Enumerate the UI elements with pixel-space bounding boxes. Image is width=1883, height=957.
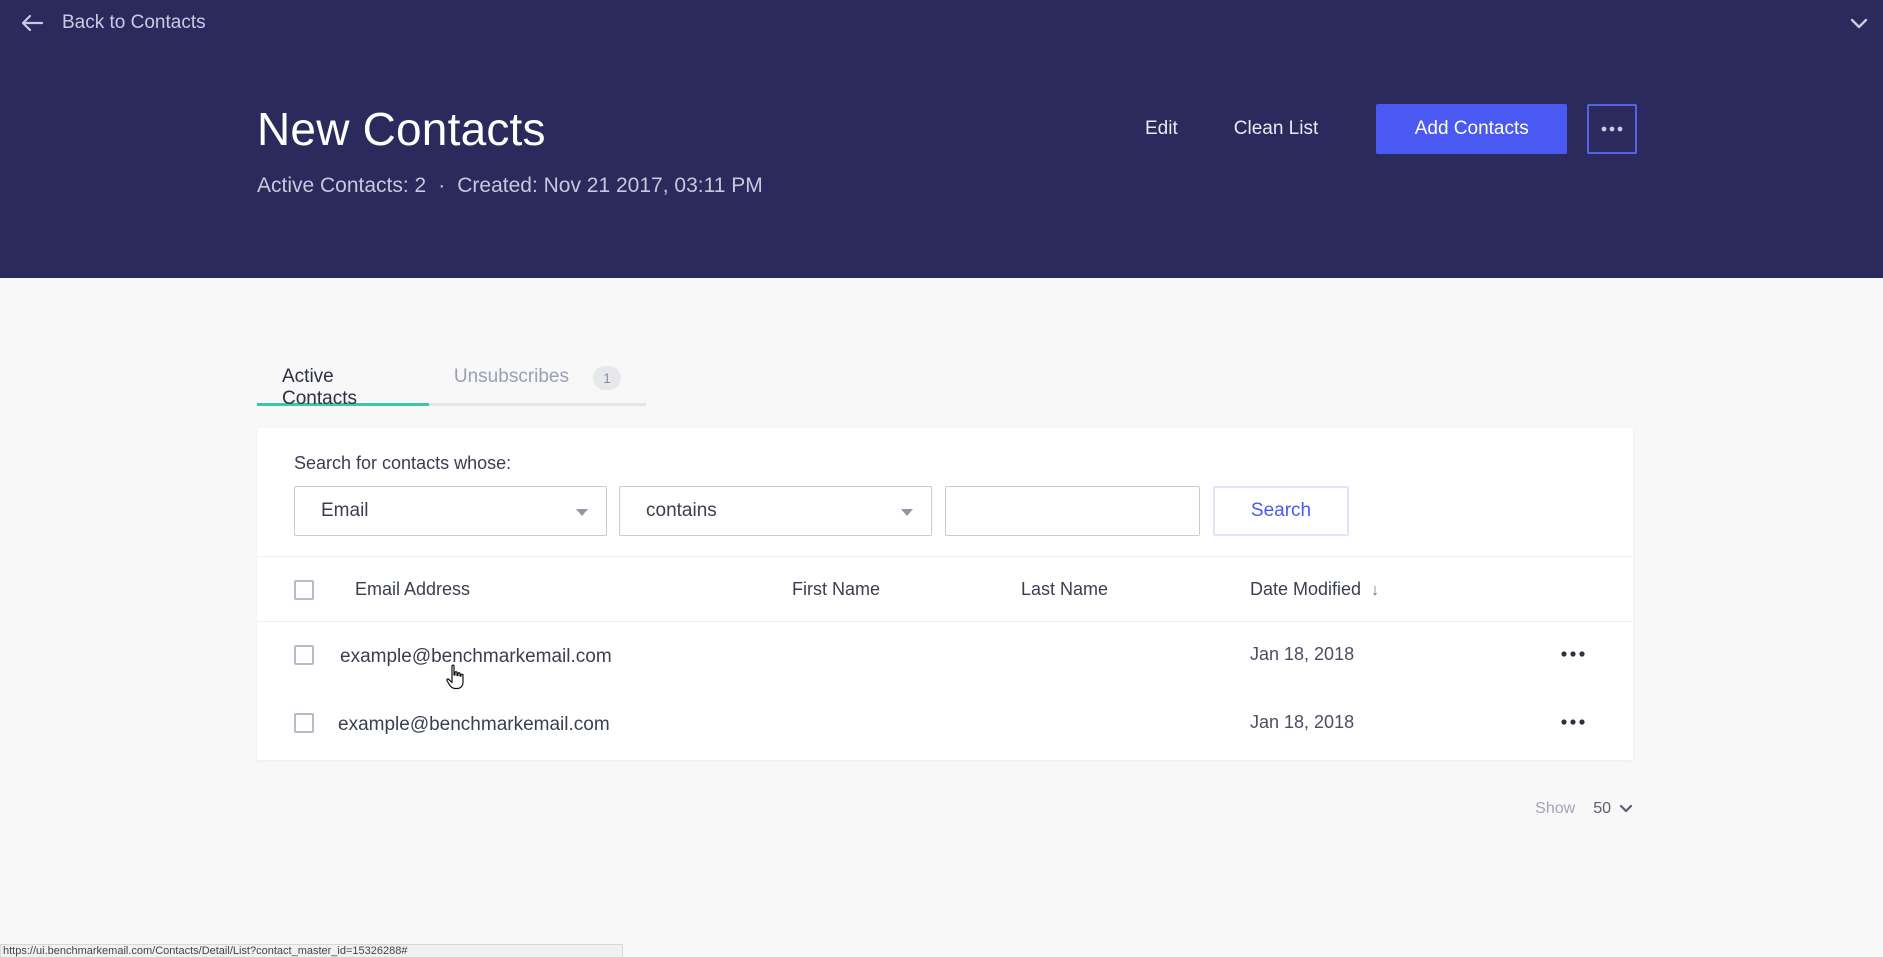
select-all-checkbox[interactable] [294,580,314,600]
contact-email-link[interactable]: example@benchmarkemail.com [338,714,610,736]
operator-select-value: contains [646,500,717,521]
row-actions-button[interactable] [1559,644,1587,664]
add-contacts-button[interactable]: Add Contacts [1376,104,1568,154]
column-label: Date Modified [1250,579,1362,599]
back-to-contacts-link[interactable]: Back to Contacts [20,12,206,34]
row-checkbox[interactable] [294,645,314,665]
pagination-size: Show 50 [1535,800,1633,818]
tab-label: Unsubscribes [453,366,569,387]
sort-down-icon: ↓ [1371,582,1380,599]
header-actions: Edit Clean List Add Contacts [1145,104,1638,154]
table-row: example@benchmarkemail.com Jan 18, 2018 [257,690,1633,758]
ellipsis-icon [1601,126,1623,132]
operator-select[interactable]: contains [619,486,932,536]
tab-unsubscribes[interactable]: Unsubscribes 1 [429,360,646,406]
tabs: Active Contacts Unsubscribes 1 [257,360,646,409]
list-meta: Active Contacts: 2 · Created: Nov 21 201… [257,174,763,198]
more-options-button[interactable] [1587,104,1638,154]
date-modified: Jan 18, 2018 [1250,712,1355,732]
row-actions-button[interactable] [1559,712,1587,732]
page-size-value: 50 [1593,800,1611,817]
ellipsis-icon [1561,651,1585,657]
active-contacts-count: Active Contacts: 2 [257,174,427,197]
tab-active-contacts[interactable]: Active Contacts [257,360,429,409]
field-select-value: Email [321,500,369,521]
created-date: Created: Nov 21 2017, 03:11 PM [457,174,763,197]
contacts-panel: Search for contacts whose: Email contain… [257,428,1633,760]
search-input[interactable] [945,486,1200,536]
contact-email-link[interactable]: example@benchmarkemail.com [340,646,612,668]
column-last-name[interactable]: Last Name [1021,579,1108,600]
caret-down-icon [576,509,588,516]
caret-down-icon [901,509,913,516]
page-title: New Contacts [257,103,546,155]
unsubscribes-count-badge: 1 [593,366,621,390]
browser-status-bar: https://ui.benchmarkemail.com/Contacts/D… [0,944,623,957]
page-size-select[interactable]: 50 [1593,800,1633,818]
column-first-name[interactable]: First Name [792,579,880,600]
search-label: Search for contacts whose: [294,453,512,473]
row-checkbox[interactable] [294,713,314,733]
page-header: Back to Contacts New Contacts Active Con… [0,0,1883,278]
tab-label: Active Contacts [282,366,357,409]
table-header: Email Address First Name Last Name Date … [257,556,1633,622]
column-email-address[interactable]: Email Address [355,579,470,600]
field-select[interactable]: Email [294,486,607,536]
status-url: https://ui.benchmarkemail.com/Contacts/D… [3,945,408,957]
hand-cursor-icon [446,664,464,690]
search-button[interactable]: Search [1213,486,1349,536]
edit-button[interactable]: Edit [1145,118,1178,140]
column-date-modified[interactable]: Date Modified ↓ [1250,579,1379,600]
meta-separator: · [438,174,446,197]
show-label: Show [1535,800,1576,817]
clean-list-button[interactable]: Clean List [1234,118,1319,140]
chevron-down-icon [1619,804,1633,813]
arrow-left-icon [21,14,44,32]
date-modified: Jan 18, 2018 [1250,644,1355,664]
back-label: Back to Contacts [62,12,206,33]
chevron-down-icon[interactable] [1849,16,1869,32]
ellipsis-icon [1561,719,1585,725]
